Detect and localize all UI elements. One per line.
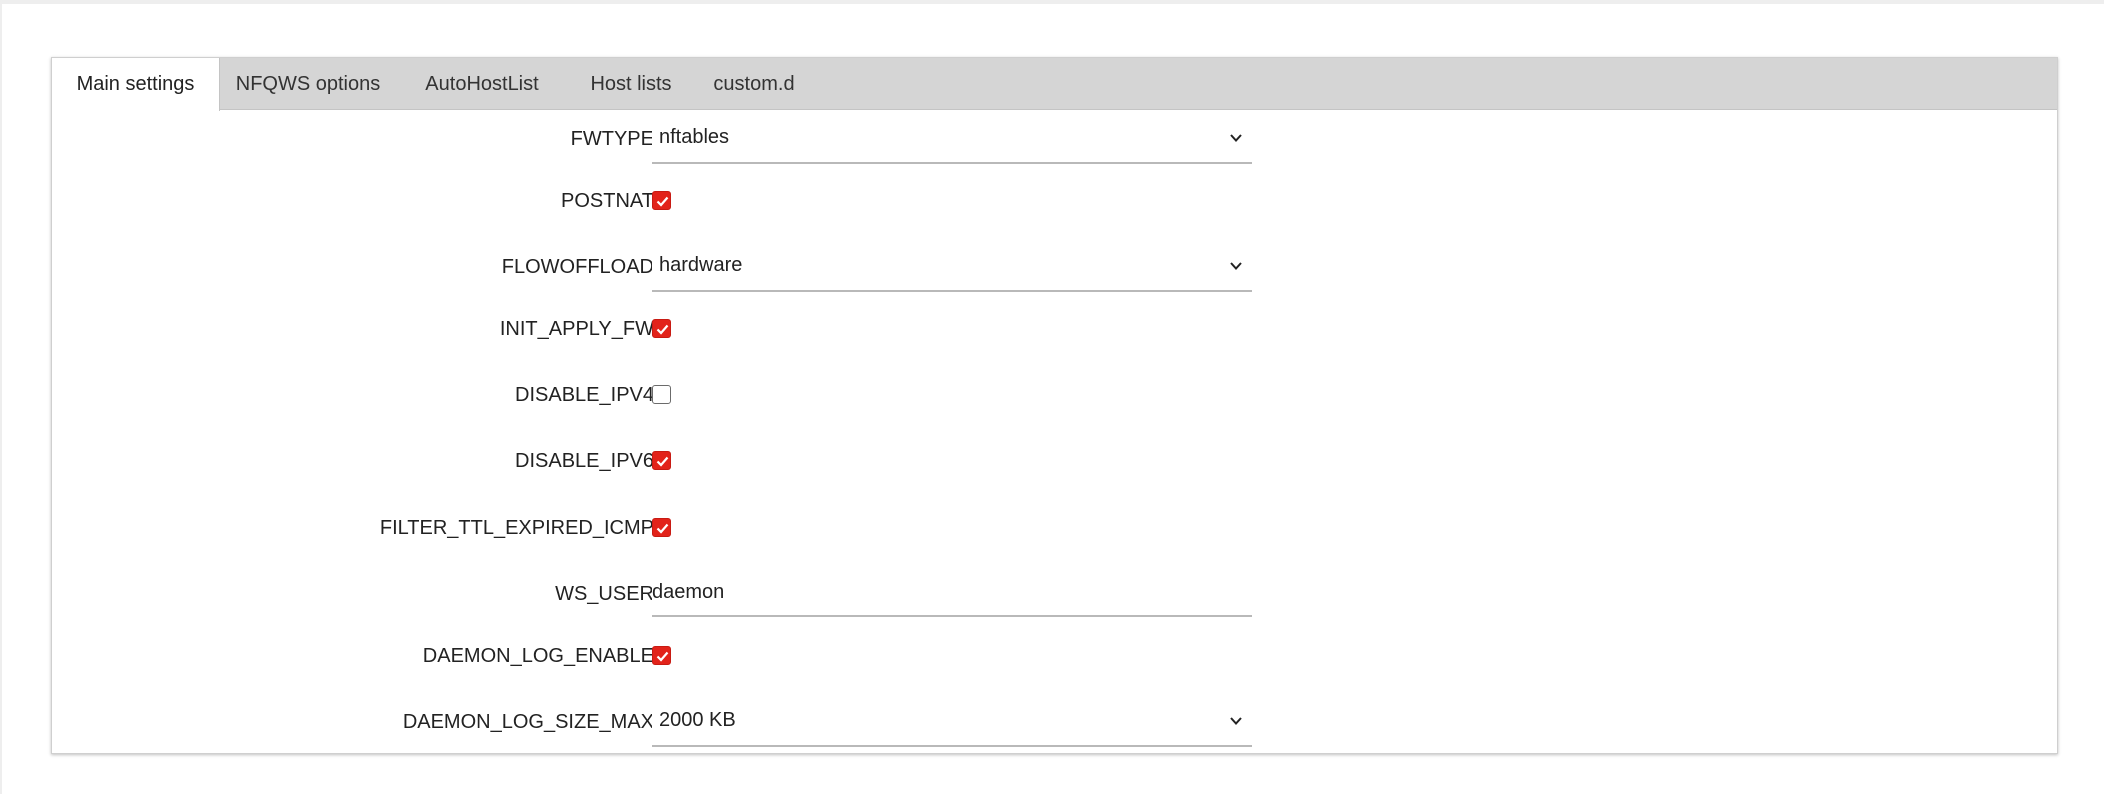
flowoffload-select[interactable]: hardware bbox=[652, 248, 1252, 292]
checkmark-icon bbox=[656, 651, 669, 662]
chevron-down-icon bbox=[1230, 262, 1242, 270]
disable-ipv4-checkbox[interactable] bbox=[652, 385, 671, 404]
disable-ipv6-checkbox[interactable] bbox=[652, 451, 671, 470]
tab-nfqws-options[interactable]: NFQWS options bbox=[220, 58, 396, 110]
daemon-log-size-max-label: DAEMON_LOG_SIZE_MAX bbox=[402, 711, 654, 733]
daemon-log-size-max-value: 2000 KB bbox=[659, 709, 736, 731]
fwtype-value: nftables bbox=[659, 126, 730, 148]
ws-user-value: daemon bbox=[652, 581, 725, 603]
filter-ttl-expired-icmp-checkbox[interactable] bbox=[652, 518, 671, 537]
daemon-log-enable-label: DAEMON_LOG_ENABLE bbox=[422, 645, 654, 667]
ws-user-label: WS_USER bbox=[555, 583, 654, 605]
tab-main-settings[interactable]: Main settings bbox=[52, 58, 220, 111]
tab-autohostlist[interactable]: AutoHostList bbox=[396, 58, 568, 110]
checkmark-icon bbox=[656, 324, 669, 335]
tab-host-lists[interactable]: Host lists bbox=[568, 58, 694, 110]
fwtype-label: FWTYPE bbox=[570, 128, 654, 150]
daemon-log-enable-checkbox[interactable] bbox=[652, 646, 671, 665]
checkmark-icon bbox=[656, 523, 669, 534]
daemon-log-size-max-select[interactable]: 2000 KB bbox=[652, 703, 1252, 747]
fwtype-select[interactable]: nftables bbox=[652, 120, 1252, 164]
chevron-down-icon bbox=[1230, 717, 1242, 725]
postnat-checkbox[interactable] bbox=[652, 191, 671, 210]
checkmark-icon bbox=[656, 456, 669, 467]
disable-ipv4-label: DISABLE_IPV4 bbox=[515, 384, 654, 406]
disable-ipv6-label: DISABLE_IPV6 bbox=[515, 450, 654, 472]
tab-bar: Main settings NFQWS options AutoHostList… bbox=[52, 58, 2057, 111]
page: Main settings NFQWS options AutoHostList… bbox=[0, 0, 2104, 794]
filter-ttl-expired-icmp-label: FILTER_TTL_EXPIRED_ICMP bbox=[379, 517, 654, 539]
settings-panel: Main settings NFQWS options AutoHostList… bbox=[51, 57, 2058, 754]
flowoffload-label: FLOWOFFLOAD bbox=[501, 256, 654, 278]
init-apply-fw-checkbox[interactable] bbox=[652, 319, 671, 338]
tab-custom-d[interactable]: custom.d bbox=[694, 58, 814, 110]
init-apply-fw-label: INIT_APPLY_FW bbox=[499, 318, 654, 340]
postnat-label: POSTNAT bbox=[561, 190, 654, 212]
chevron-down-icon bbox=[1230, 134, 1242, 142]
flowoffload-value: hardware bbox=[659, 254, 743, 276]
checkmark-icon bbox=[656, 196, 669, 207]
ws-user-input[interactable]: daemon bbox=[652, 573, 1252, 617]
